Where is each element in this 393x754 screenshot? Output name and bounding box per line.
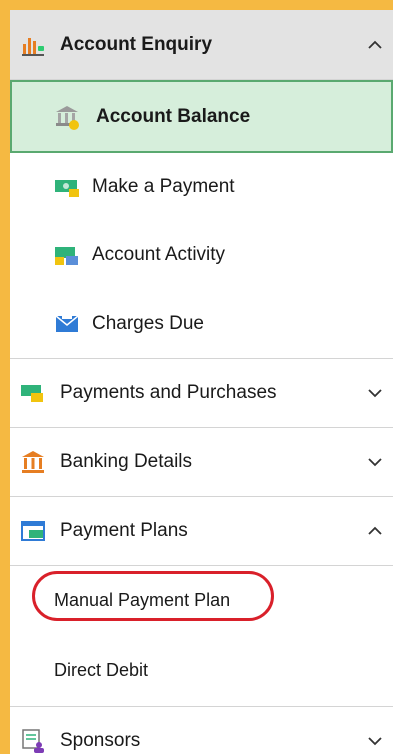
bank-icon xyxy=(18,447,48,477)
chevron-down-icon[interactable] xyxy=(365,383,385,403)
navigation-panel: Account Enquiry Account Balance Make a P… xyxy=(10,10,393,754)
section-payment-plans[interactable]: Payment Plans xyxy=(10,497,393,566)
menu-item-manual-payment-plan[interactable]: Manual Payment Plan xyxy=(10,566,393,634)
menu-item-label: Account Activity xyxy=(92,244,226,265)
section-payments-and-purchases[interactable]: Payments and Purchases xyxy=(10,359,393,428)
menu-item-label: Make a Payment xyxy=(92,176,235,197)
section-banking-details[interactable]: Banking Details xyxy=(10,428,393,497)
section-label: Payments and Purchases xyxy=(60,382,277,403)
chevron-up-icon[interactable] xyxy=(365,521,385,541)
section-label: Sponsors xyxy=(60,730,141,751)
section-label: Account Enquiry xyxy=(60,33,213,55)
section-label: Payment Plans xyxy=(60,520,188,541)
calendar-money-icon xyxy=(18,516,48,546)
chevron-down-icon[interactable] xyxy=(365,731,385,751)
section-account-enquiry[interactable]: Account Enquiry xyxy=(10,10,393,80)
sponsor-icon xyxy=(18,726,48,754)
money-icon xyxy=(18,378,48,408)
money-icon xyxy=(52,172,82,202)
chevron-up-icon[interactable] xyxy=(365,35,385,55)
chevron-down-icon[interactable] xyxy=(365,452,385,472)
activity-icon xyxy=(52,240,82,270)
menu-item-label: Account Balance xyxy=(96,105,251,127)
menu-item-account-balance[interactable]: Account Balance xyxy=(10,80,393,153)
menu-item-label: Manual Payment Plan xyxy=(54,589,231,610)
bank-icon xyxy=(52,102,82,132)
menu-item-label: Direct Debit xyxy=(54,659,149,680)
menu-item-direct-debit[interactable]: Direct Debit xyxy=(10,634,393,707)
section-sponsors[interactable]: Sponsors xyxy=(10,707,393,754)
bar-chart-icon xyxy=(18,30,48,60)
menu-item-make-a-payment[interactable]: Make a Payment xyxy=(10,153,393,221)
menu-item-account-activity[interactable]: Account Activity xyxy=(10,221,393,289)
envelope-icon xyxy=(52,309,82,339)
menu-item-label: Charges Due xyxy=(92,312,204,334)
section-label: Banking Details xyxy=(60,451,193,472)
menu-item-charges-due[interactable]: Charges Due xyxy=(10,289,393,359)
